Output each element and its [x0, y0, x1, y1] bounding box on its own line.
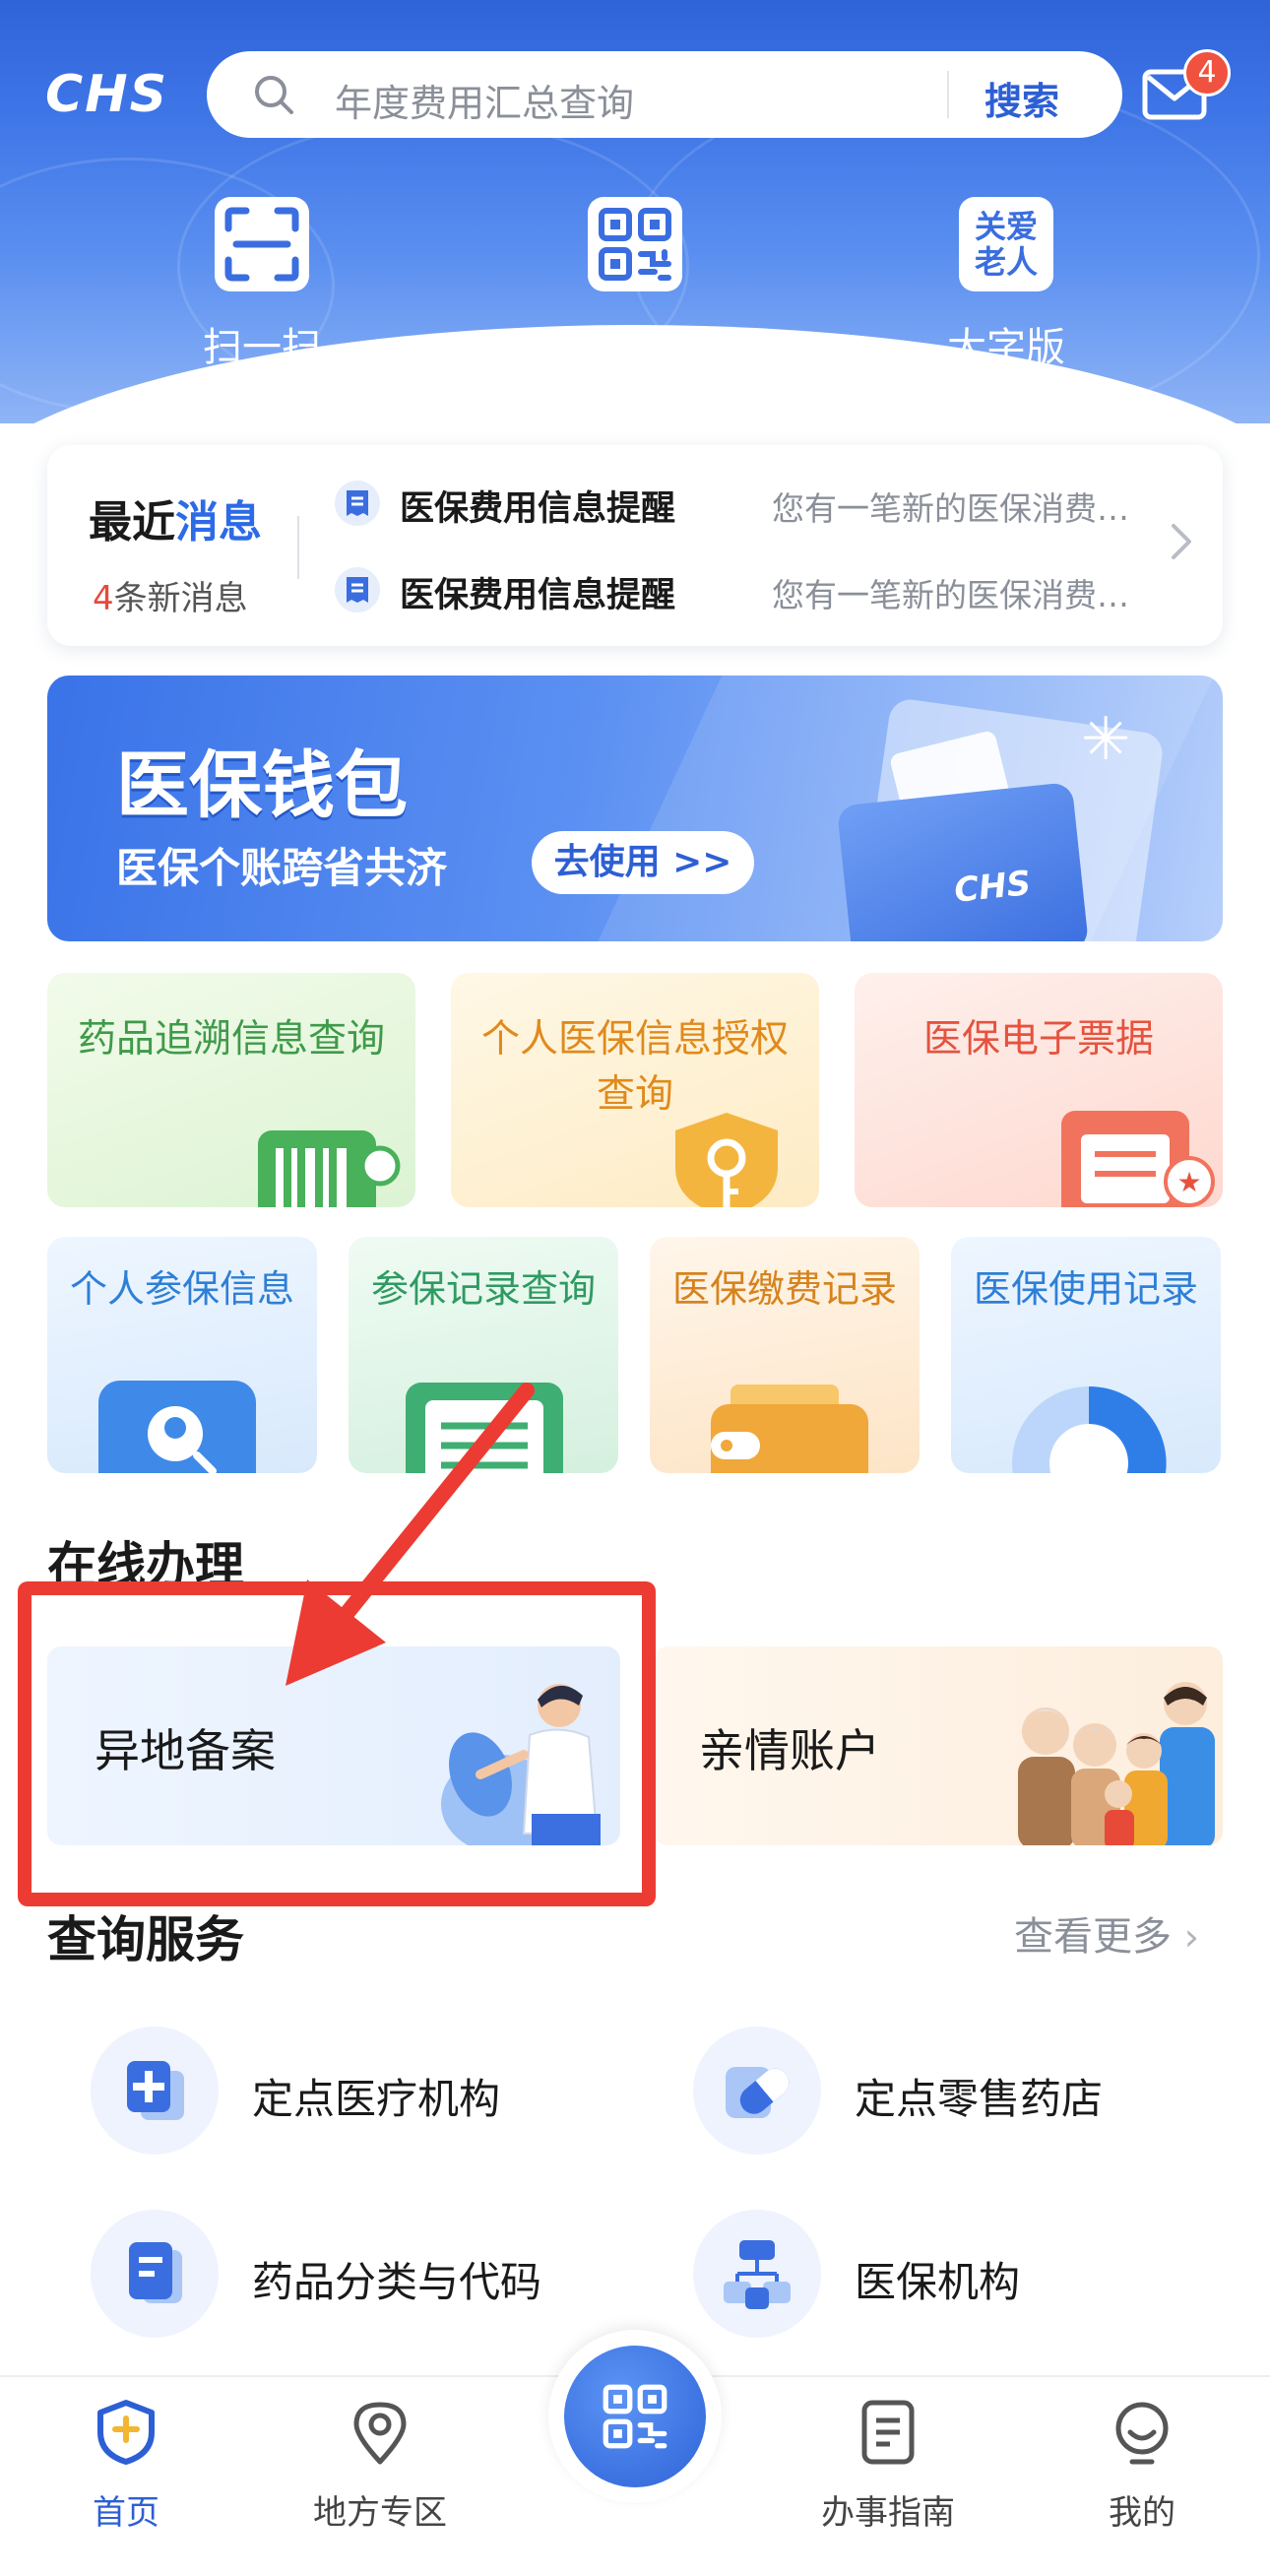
- chevron-right-icon[interactable]: [1168, 520, 1195, 563]
- organization-icon: [693, 2210, 821, 2338]
- insurance-record-query-card[interactable]: 参保记录查询: [349, 1237, 618, 1473]
- svg-text:★: ★: [1176, 1166, 1201, 1198]
- service-label: 医保机构: [855, 2258, 1021, 2306]
- elderly-care-icon-text: 关爱老人: [974, 208, 1038, 281]
- wallet-title: 医保钱包: [116, 743, 408, 828]
- quick-action-medical-code[interactable]: 医保码: [517, 197, 753, 372]
- service-drug-classification[interactable]: 药品分类与代码: [91, 2210, 642, 2338]
- nav-label: 地方专区: [313, 2493, 447, 2533]
- search-divider: [947, 71, 949, 118]
- service-insurance-agency[interactable]: 医保机构: [693, 2210, 1244, 2338]
- personal-info-authorization-card[interactable]: 个人医保信息授权查询: [451, 973, 819, 1207]
- messages-count: 4条新消息: [93, 571, 248, 619]
- elderly-care-icon: 关爱老人: [959, 197, 1053, 291]
- quick-action-label: 医保码: [576, 325, 694, 370]
- message-title: 医保费用信息提醒: [400, 489, 676, 529]
- profile-face-icon: [1115, 2402, 1169, 2465]
- recent-messages-card[interactable]: 最近消息 4条新消息 医保费用信息提醒 您有一笔新的医保消费… 医保费用信息提醒…: [47, 445, 1223, 646]
- message-title: 医保费用信息提醒: [400, 576, 676, 615]
- electronic-receipt-card[interactable]: 医保电子票据 ★: [855, 973, 1223, 1207]
- receipt-star-icon: ★: [1061, 1111, 1215, 1207]
- nav-label: 我的: [1109, 2493, 1175, 2533]
- unread-badge: 4: [1183, 49, 1231, 97]
- wallet-use-button[interactable]: 去使用 >>: [532, 831, 754, 894]
- personal-insurance-info-card[interactable]: 个人参保信息: [47, 1237, 317, 1473]
- wallet-card-logo: CHS: [952, 863, 1033, 911]
- usage-record-card[interactable]: 医保使用记录: [951, 1237, 1221, 1473]
- message-desc: 您有一笔新的医保消费…: [772, 489, 1129, 528]
- messages-count-suffix: 条新消息: [113, 579, 248, 618]
- guide-document-icon: [861, 2400, 915, 2465]
- nav-local-zone[interactable]: 地方专区: [282, 2397, 478, 2534]
- document-icon: [91, 2210, 219, 2338]
- shield-key-icon: [675, 1113, 778, 1207]
- scan-icon: [215, 197, 309, 291]
- small-card-label: 个人参保信息: [69, 1267, 294, 1311]
- quick-action-large-font[interactable]: 关爱老人 大字版: [888, 197, 1124, 372]
- view-more-link[interactable]: 查看更多 ›: [1014, 1904, 1199, 1962]
- wallet-subtitle: 医保个账跨省共济: [116, 844, 448, 892]
- medical-wallet-banner[interactable]: 医保钱包 医保个账跨省共济 去使用 >> CHS ✳: [47, 676, 1223, 941]
- receipt-icon: [335, 567, 380, 612]
- messages-title-highlight: 消息: [175, 497, 262, 547]
- small-card-label: 参保记录查询: [370, 1267, 596, 1311]
- medical-institution-icon: [91, 2027, 219, 2155]
- wallet-illustration: CHS: [836, 781, 1090, 941]
- center-qr-button[interactable]: [564, 2346, 706, 2487]
- service-label: 定点医疗机构: [252, 2075, 501, 2123]
- service-label: 定点零售药店: [855, 2075, 1104, 2123]
- message-item[interactable]: 医保费用信息提醒 您有一笔新的医保消费…: [335, 559, 1191, 618]
- online-card-label: 亲情账户: [699, 1724, 880, 1777]
- qr-code-icon: [588, 197, 682, 291]
- messages-title: 最近消息: [89, 486, 262, 549]
- nav-home[interactable]: 首页: [28, 2397, 224, 2534]
- quick-action-scan[interactable]: 扫一扫: [144, 197, 380, 372]
- barcode-icon: [258, 1130, 401, 1207]
- clipboard-icon: [406, 1383, 563, 1473]
- receipt-icon: [335, 481, 380, 526]
- location-pin-icon: [353, 2402, 407, 2465]
- messages-count-number: 4: [93, 579, 114, 618]
- service-label: 药品分类与代码: [252, 2258, 542, 2306]
- feature-card-label: 个人医保信息授权查询: [480, 1017, 789, 1117]
- feature-card-label: 医保电子票据: [922, 1017, 1154, 1062]
- service-retail-pharmacy[interactable]: 定点零售药店: [693, 2027, 1244, 2155]
- nav-label: 首页: [93, 2493, 159, 2533]
- quick-action-label: 扫一扫: [203, 325, 321, 370]
- highlight-frame: [18, 1581, 656, 1906]
- pie-chart-icon: [1012, 1385, 1167, 1473]
- search-bar[interactable]: 年度费用汇总查询 搜索: [207, 51, 1122, 138]
- nav-label: 办事指南: [821, 2493, 955, 2533]
- home-shield-icon: [97, 2400, 155, 2465]
- messages-divider: [297, 516, 299, 579]
- qr-code-icon: [603, 2384, 667, 2449]
- quick-action-label: 大字版: [947, 325, 1065, 370]
- sparkle-icon: ✳: [1081, 705, 1131, 774]
- small-card-label: 医保使用记录: [973, 1267, 1198, 1311]
- message-item[interactable]: 医保费用信息提醒 您有一笔新的医保消费…: [335, 473, 1191, 532]
- feature-card-label: 药品追溯信息查询: [77, 1017, 385, 1062]
- payment-record-card[interactable]: 医保缴费记录: [650, 1237, 920, 1473]
- search-button[interactable]: 搜索: [984, 71, 1059, 125]
- chevron-right-icon: ›: [1183, 1915, 1199, 1959]
- query-section-title: 查询服务: [47, 1911, 244, 1968]
- service-medical-institution[interactable]: 定点医疗机构: [91, 2027, 642, 2155]
- chs-logo: CHS: [45, 65, 169, 124]
- message-desc: 您有一笔新的医保消费…: [772, 576, 1129, 614]
- drug-traceability-card[interactable]: 药品追溯信息查询: [47, 973, 415, 1207]
- search-icon: [255, 76, 293, 114]
- nav-guide[interactable]: 办事指南: [790, 2397, 986, 2534]
- family-account-card[interactable]: 亲情账户: [654, 1646, 1223, 1845]
- messages-title-prefix: 最近: [89, 497, 175, 547]
- wallet-icon: [711, 1385, 868, 1473]
- nav-mine[interactable]: 我的: [1044, 2397, 1240, 2534]
- search-input[interactable]: 年度费用汇总查询: [335, 73, 634, 127]
- small-card-label: 医保缴费记录: [671, 1267, 897, 1311]
- profile-search-icon: [98, 1381, 256, 1473]
- view-more-label: 查看更多: [1014, 1914, 1172, 1960]
- pill-icon: [693, 2027, 821, 2155]
- family-illustration: [1018, 1682, 1215, 1845]
